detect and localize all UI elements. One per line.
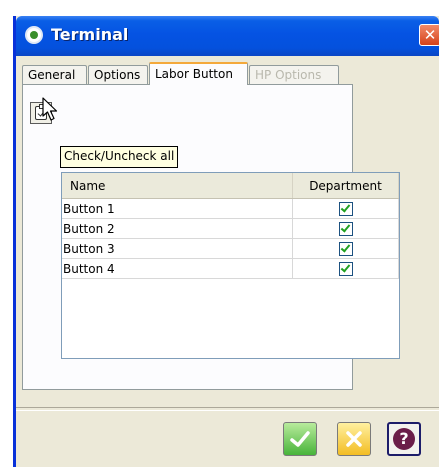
app-icon <box>25 26 43 44</box>
table-row[interactable]: Button 3 <box>62 238 399 259</box>
department-cell <box>292 218 399 239</box>
question-icon: ? <box>393 428 415 450</box>
table-row[interactable]: Button 4 <box>62 258 399 279</box>
department-cell <box>292 238 399 259</box>
tab-general[interactable]: General <box>22 65 87 84</box>
ok-button[interactable] <box>283 422 317 456</box>
column-header-department[interactable]: Department <box>292 173 399 199</box>
department-checkbox[interactable] <box>338 241 353 256</box>
labor-button-grid: Name Department Button 1 Button 2 Button… <box>61 172 400 359</box>
table-row[interactable]: Button 2 <box>62 218 399 239</box>
title-bar[interactable]: Terminal ✕ <box>16 16 439 56</box>
department-cell <box>292 198 399 219</box>
window-title: Terminal <box>51 25 129 44</box>
column-header-name[interactable]: Name <box>62 173 293 199</box>
department-checkbox[interactable] <box>338 261 353 276</box>
x-icon <box>346 431 362 447</box>
button-name-cell: Button 4 <box>62 258 293 279</box>
footer-separator <box>16 407 439 411</box>
help-button[interactable]: ? <box>387 422 421 456</box>
tab-labor-button[interactable]: Labor Button <box>149 62 248 85</box>
button-name-cell: Button 2 <box>62 218 293 239</box>
button-name-cell: Button 3 <box>62 238 293 259</box>
tab-hp-options: HP Options <box>249 65 339 84</box>
department-checkbox[interactable] <box>338 221 353 236</box>
department-cell <box>292 258 399 279</box>
tab-options[interactable]: Options <box>88 65 148 84</box>
close-button[interactable]: ✕ <box>419 24 439 46</box>
cancel-button[interactable] <box>337 422 371 456</box>
table-row[interactable]: Button 1 <box>62 198 399 219</box>
mouse-cursor-icon <box>42 97 58 121</box>
labor-button-table: Name Department Button 1 Button 2 Button… <box>62 173 399 279</box>
button-name-cell: Button 1 <box>62 198 293 219</box>
check-all-tooltip: Check/Uncheck all <box>60 146 179 168</box>
department-checkbox[interactable] <box>338 201 353 216</box>
check-icon <box>290 431 310 447</box>
